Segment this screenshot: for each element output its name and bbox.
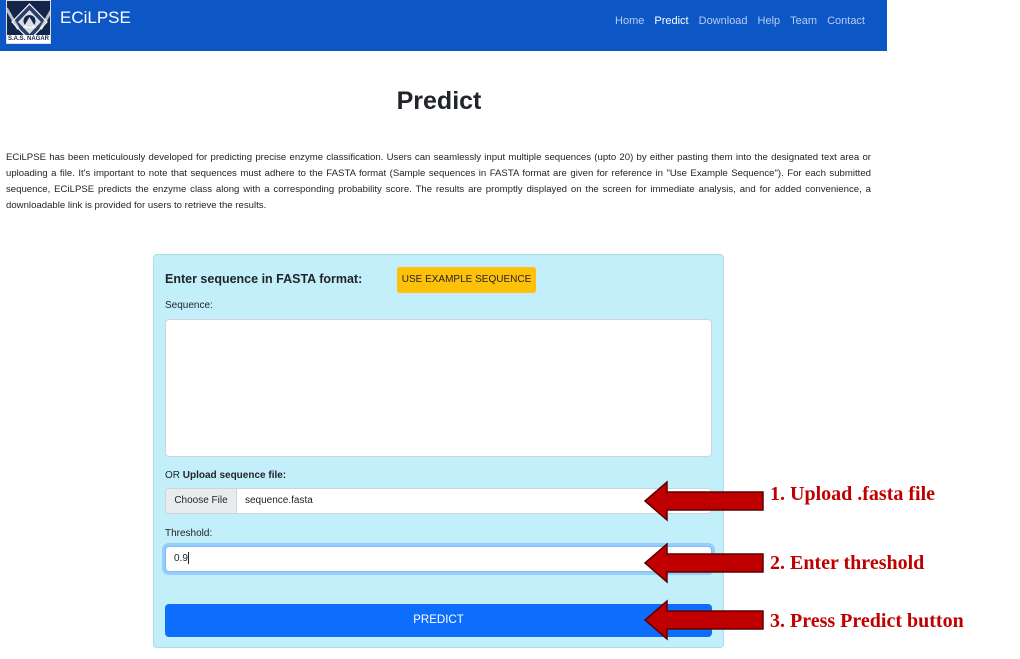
upload-or-text: OR	[165, 470, 183, 481]
nav-links: Home Predict Download Help Team Contact	[615, 14, 865, 28]
threshold-label: Threshold:	[165, 528, 213, 539]
selected-file-name: sequence.fasta	[245, 495, 313, 506]
annotation-step-1: 1. Upload .fasta file	[770, 483, 935, 505]
arrow-left-icon	[643, 480, 764, 522]
nav-link-predict[interactable]: Predict	[654, 14, 688, 28]
institute-logo[interactable]: S.A.S. NAGAR	[6, 0, 51, 44]
threshold-input[interactable]: 0.9	[165, 546, 712, 572]
prediction-form-card: Enter sequence in FASTA format: USE EXAM…	[153, 254, 724, 648]
use-example-sequence-button[interactable]: USE EXAMPLE SEQUENCE	[397, 267, 536, 293]
nav-link-download[interactable]: Download	[699, 14, 748, 28]
nav-link-team[interactable]: Team	[790, 14, 817, 28]
annotation-step-2: 2. Enter threshold	[770, 552, 925, 574]
upload-label: OR Upload sequence file:	[165, 469, 286, 483]
arrow-left-icon	[643, 599, 764, 641]
navbar: S.A.S. NAGAR ECiLPSE Home Predict Downlo…	[0, 0, 887, 51]
annotation-step-3: 3. Press Predict button	[770, 610, 964, 632]
text-cursor	[187, 552, 189, 565]
logo-caption: S.A.S. NAGAR	[7, 35, 50, 43]
threshold-value: 0.9	[174, 553, 188, 564]
nav-link-help[interactable]: Help	[758, 14, 781, 28]
file-upload-input[interactable]: Choose File sequence.fasta	[165, 488, 712, 514]
page-title: Predict	[396, 87, 482, 115]
form-heading: Enter sequence in FASTA format:	[165, 272, 363, 286]
choose-file-button[interactable]: Choose File	[166, 489, 237, 513]
brand-name[interactable]: ECiLPSE	[60, 8, 131, 28]
predict-button[interactable]: PREDICT	[165, 604, 712, 637]
sequence-textarea[interactable]	[165, 319, 712, 457]
intro-paragraph: ECiLPSE has been meticulously developed …	[6, 152, 871, 211]
sequence-label: Sequence:	[165, 300, 213, 311]
arrow-left-icon	[643, 542, 764, 584]
nav-link-home[interactable]: Home	[615, 14, 644, 28]
nav-link-contact[interactable]: Contact	[827, 14, 865, 28]
upload-label-text: Upload sequence file:	[182, 470, 287, 481]
